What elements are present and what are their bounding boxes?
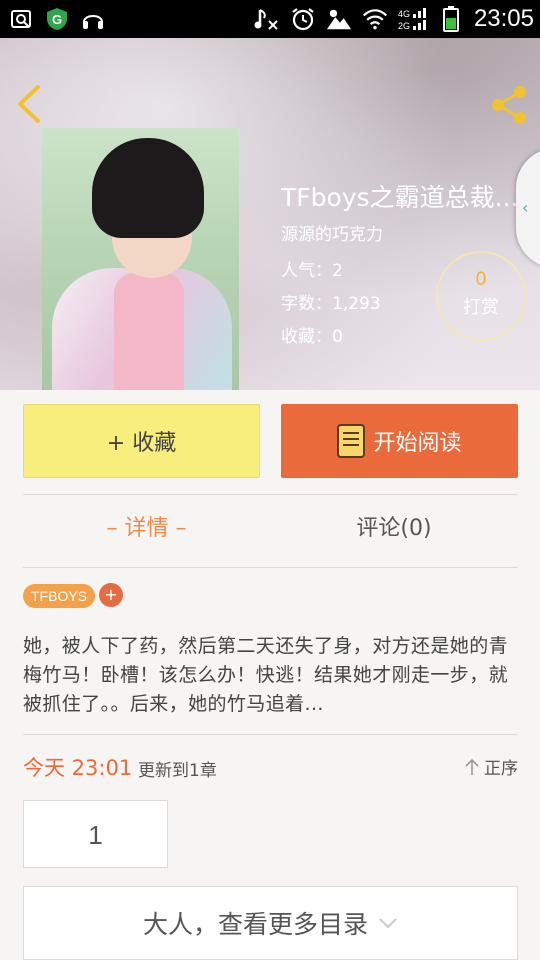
tab-comment[interactable]: 评论(0)	[270, 510, 518, 542]
chevron-left-icon	[18, 85, 40, 123]
divider	[23, 567, 518, 568]
chevron-left-small-icon: ‹	[522, 198, 529, 217]
update-text: 更新到1章	[138, 761, 217, 781]
update-time: 今天 23:01	[23, 756, 133, 780]
tip-count: 0	[475, 269, 487, 290]
start-reading-button[interactable]: 开始阅读	[281, 404, 518, 478]
svg-text:2G: 2G	[398, 21, 410, 31]
sort-order-label: 正序	[484, 759, 518, 779]
view-more-label: 大人，查看更多目录	[142, 910, 368, 939]
tip-button[interactable]: 0 打赏	[436, 251, 526, 341]
status-time: 23:05	[473, 5, 534, 32]
share-button[interactable]	[488, 84, 530, 126]
book-header-banner: TFboys之霸道总裁... 源源的巧克力 人气：2 字数：1,293 收藏：0…	[0, 38, 540, 390]
book-cover-image[interactable]	[42, 128, 239, 390]
wifi-icon	[362, 6, 388, 32]
book-favorites: 收藏：0	[281, 327, 343, 347]
music-mute-icon	[254, 6, 280, 32]
book-word-count: 字数：1,293	[281, 294, 381, 314]
image-icon	[8, 6, 34, 32]
book-popularity: 人气：2	[281, 261, 343, 281]
signal-4g-2g-icon: 4G 2G	[398, 6, 432, 32]
book-icon	[337, 424, 366, 458]
book-title: TFboys之霸道总裁...	[281, 183, 519, 212]
status-bar: G 4G 2G 23:05	[0, 0, 540, 38]
headphones-icon	[80, 6, 106, 32]
share-icon	[492, 86, 526, 124]
start-reading-label: 开始阅读	[373, 431, 462, 456]
view-more-catalog-button[interactable]: 大人，查看更多目录	[23, 886, 518, 960]
tag-tfboys[interactable]: TFBOYS	[23, 584, 96, 608]
battery-icon	[442, 6, 460, 32]
book-author[interactable]: 源源的巧克力	[281, 220, 383, 245]
weather-icon	[326, 6, 352, 32]
arrow-up-icon	[465, 758, 479, 775]
chapter-item[interactable]: 1	[23, 800, 168, 868]
collect-button[interactable]: + 收藏	[23, 404, 260, 478]
chevron-down-icon	[379, 918, 397, 929]
back-button[interactable]	[14, 84, 44, 124]
sort-order-button[interactable]: 正序	[464, 754, 518, 779]
divider	[23, 494, 518, 495]
security-app-icon: G	[44, 6, 70, 32]
book-description[interactable]: 她，被人下了药，然后第二天还失了身，对方还是她的青梅竹马！卧槽！该怎么办！快逃！…	[23, 632, 518, 719]
svg-text:4G: 4G	[398, 9, 410, 19]
alarm-icon	[290, 6, 316, 32]
add-tag-button[interactable]: +	[99, 583, 123, 607]
tip-label: 打赏	[463, 297, 499, 318]
divider	[23, 734, 518, 735]
svg-text:G: G	[52, 12, 62, 27]
tab-detail[interactable]: – 详情 –	[23, 510, 270, 542]
